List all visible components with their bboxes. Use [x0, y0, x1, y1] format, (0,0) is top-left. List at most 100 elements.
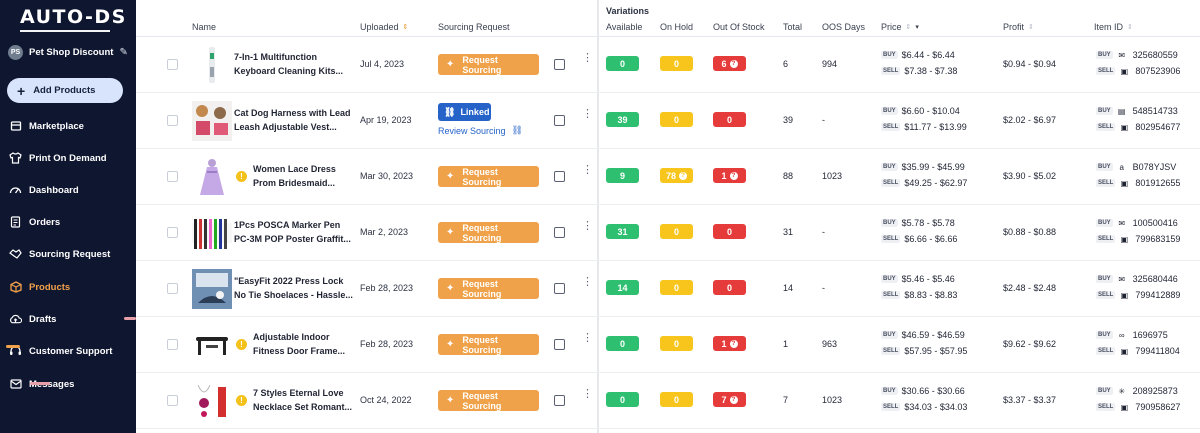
sell-price: SELL $57.95 - $57.95 — [881, 346, 967, 356]
out-of-stock-badge: 0 — [713, 280, 746, 295]
sidebar-item-marketplace[interactable]: Marketplace — [9, 117, 84, 135]
note-icon[interactable] — [554, 115, 565, 126]
product-name[interactable]: Cat Dog Harness with Lead Leash Adjustabl… — [234, 106, 351, 134]
request-sourcing-button[interactable]: ✦ Request Sourcing — [438, 222, 539, 243]
note-icon[interactable] — [554, 227, 565, 238]
header-profit[interactable]: Profit ⇕ — [1003, 22, 1034, 32]
row-checkbox[interactable] — [167, 339, 178, 350]
add-products-button[interactable]: + Add Products — [7, 78, 123, 103]
product-name[interactable]: Adjustable Indoor Fitness Door Frame... — [253, 330, 345, 358]
buy-item-id[interactable]: BUY ✳ 208925873 — [1096, 386, 1178, 396]
note-icon[interactable] — [554, 171, 565, 182]
product-name[interactable]: 7-In-1 Multifunction Keyboard Cleaning Ki… — [234, 50, 343, 78]
product-thumbnail[interactable] — [192, 101, 232, 141]
sort-desc-icon[interactable]: ⇕ — [403, 23, 409, 31]
product-thumbnail[interactable] — [192, 381, 232, 421]
product-thumbnail[interactable] — [192, 45, 232, 85]
sell-item-id[interactable]: SELL ▣ 799411804 — [1096, 346, 1180, 356]
request-sourcing-button[interactable]: ✦ Request Sourcing — [438, 390, 539, 411]
request-sourcing-button[interactable]: ✦ Request Sourcing — [438, 54, 539, 75]
sidebar-item-dashboard[interactable]: Dashboard — [9, 181, 79, 199]
buy-item-id[interactable]: BUY a B078YJSV — [1096, 162, 1176, 172]
product-thumbnail[interactable] — [192, 213, 232, 253]
warning-icon[interactable]: ! — [236, 395, 247, 406]
sidebar-item-orders[interactable]: Orders — [9, 213, 60, 231]
buy-tag: BUY — [881, 163, 898, 171]
product-thumbnail[interactable] — [192, 325, 232, 365]
row-checkbox[interactable] — [167, 171, 178, 182]
sell-item-id[interactable]: SELL ▣ 801912655 — [1096, 178, 1180, 188]
out-of-stock-badge[interactable]: 1? — [713, 336, 746, 351]
more-vertical-icon[interactable]: ⋮ — [582, 221, 593, 232]
sell-id-value: 801912655 — [1135, 178, 1181, 188]
out-of-stock-badge[interactable]: 6? — [713, 56, 746, 71]
table-row[interactable]: Cat Dog Harness with Lead Leash Adjustabl… — [136, 93, 1200, 149]
pencil-icon[interactable]: ✎ — [119, 47, 127, 58]
out-of-stock-badge[interactable]: 7? — [713, 392, 746, 407]
sell-item-id[interactable]: SELL ▣ 807523906 — [1096, 66, 1180, 76]
header-name[interactable]: Name — [192, 22, 216, 32]
table-row[interactable]: "EasyFit 2022 Press Lock No Tie Shoelaces… — [136, 261, 1200, 317]
sidebar-item-print-on-demand[interactable]: Print On Demand — [9, 149, 107, 167]
row-checkbox[interactable] — [167, 395, 178, 406]
more-vertical-icon[interactable]: ⋮ — [582, 165, 593, 176]
sort-icon[interactable]: ⇕ — [906, 23, 912, 31]
buy-item-id[interactable]: BUY ✉ 325680559 — [1096, 50, 1178, 60]
row-checkbox[interactable] — [167, 115, 178, 126]
sell-item-id[interactable]: SELL ▣ 802954677 — [1096, 122, 1180, 132]
request-sourcing-button[interactable]: ✦ Request Sourcing — [438, 166, 539, 187]
note-icon[interactable] — [554, 339, 565, 350]
buy-item-id[interactable]: BUY ✉ 325680446 — [1096, 274, 1178, 284]
on-hold-badge[interactable]: 78? — [660, 168, 693, 183]
row-checkbox[interactable] — [167, 283, 178, 294]
sidebar-item-sourcing-request[interactable]: Sourcing Request — [9, 245, 110, 263]
product-thumbnail[interactable] — [192, 157, 232, 197]
buy-item-id[interactable]: BUY ▤ 548514733 — [1096, 106, 1178, 116]
warning-icon[interactable]: ! — [236, 339, 247, 350]
note-icon[interactable] — [554, 395, 565, 406]
buy-item-id[interactable]: BUY ✉ 100500416 — [1096, 218, 1178, 228]
warning-icon[interactable]: ! — [236, 171, 247, 182]
row-checkbox[interactable] — [167, 227, 178, 238]
note-icon[interactable] — [554, 283, 565, 294]
products-table: Variations Name Uploaded ⇕ Sourcing Reque… — [136, 0, 1200, 433]
sell-price: SELL $34.03 - $34.03 — [881, 402, 967, 412]
request-sourcing-button[interactable]: ✦ Request Sourcing — [438, 278, 539, 299]
sell-item-id[interactable]: SELL ▣ 799412889 — [1096, 290, 1180, 300]
store-selector[interactable]: PS Pet Shop Discount ✎ — [8, 43, 130, 61]
sidebar-item-products[interactable]: Products — [9, 278, 70, 296]
table-row[interactable]: 1Pcs POSCA Marker Pen PC-3M POP Poster Gr… — [136, 205, 1200, 261]
sort-icon[interactable]: ⇕ — [1127, 23, 1133, 31]
more-vertical-icon[interactable]: ⋮ — [582, 389, 593, 400]
table-row[interactable]: 7-In-1 Multifunction Keyboard Cleaning Ki… — [136, 37, 1200, 93]
sort-icon[interactable]: ⇕ — [1028, 23, 1034, 31]
row-checkbox[interactable] — [167, 59, 178, 70]
out-of-stock-badge[interactable]: 1? — [713, 168, 746, 183]
product-name[interactable]: 7 Styles Eternal Love Necklace Set Romant… — [253, 386, 352, 414]
sell-item-id[interactable]: SELL ▣ 790958627 — [1096, 402, 1180, 412]
sidebar-item-customer-support[interactable]: Customer Support — [9, 342, 112, 360]
sidebar-item-drafts[interactable]: Drafts — [9, 310, 56, 328]
note-icon[interactable] — [554, 59, 565, 70]
header-uploaded[interactable]: Uploaded ⇕ — [360, 22, 408, 32]
question-icon: ? — [729, 339, 738, 348]
linked-button[interactable]: ⛓ Linked — [438, 103, 491, 121]
header-price[interactable]: Price ⇕ ▾ — [881, 22, 919, 32]
table-row[interactable]: ! 7 Styles Eternal Love Necklace Set Roma… — [136, 373, 1200, 429]
table-row[interactable]: ! Adjustable Indoor Fitness Door Frame...… — [136, 317, 1200, 373]
buy-item-id[interactable]: BUY ∞ 1696975 — [1096, 330, 1168, 340]
more-vertical-icon[interactable]: ⋮ — [582, 333, 593, 344]
header-item-id[interactable]: Item ID ⇕ — [1094, 22, 1133, 32]
product-name[interactable]: "EasyFit 2022 Press Lock No Tie Shoelaces… — [234, 274, 353, 302]
more-vertical-icon[interactable]: ⋮ — [582, 53, 593, 64]
more-vertical-icon[interactable]: ⋮ — [582, 277, 593, 288]
chevron-down-icon[interactable]: ▾ — [915, 23, 919, 31]
product-thumbnail[interactable] — [192, 269, 232, 309]
request-sourcing-button[interactable]: ✦ Request Sourcing — [438, 334, 539, 355]
product-name[interactable]: 1Pcs POSCA Marker Pen PC-3M POP Poster Gr… — [234, 218, 351, 246]
product-name[interactable]: Women Lace Dress Prom Bridesmaid... — [253, 162, 336, 190]
more-vertical-icon[interactable]: ⋮ — [582, 109, 593, 120]
sell-item-id[interactable]: SELL ▣ 799683159 — [1096, 234, 1180, 244]
table-row[interactable]: ! Women Lace Dress Prom Bridesmaid... Mar… — [136, 149, 1200, 205]
review-sourcing-link[interactable]: Review Sourcing ⛓ — [438, 125, 523, 136]
